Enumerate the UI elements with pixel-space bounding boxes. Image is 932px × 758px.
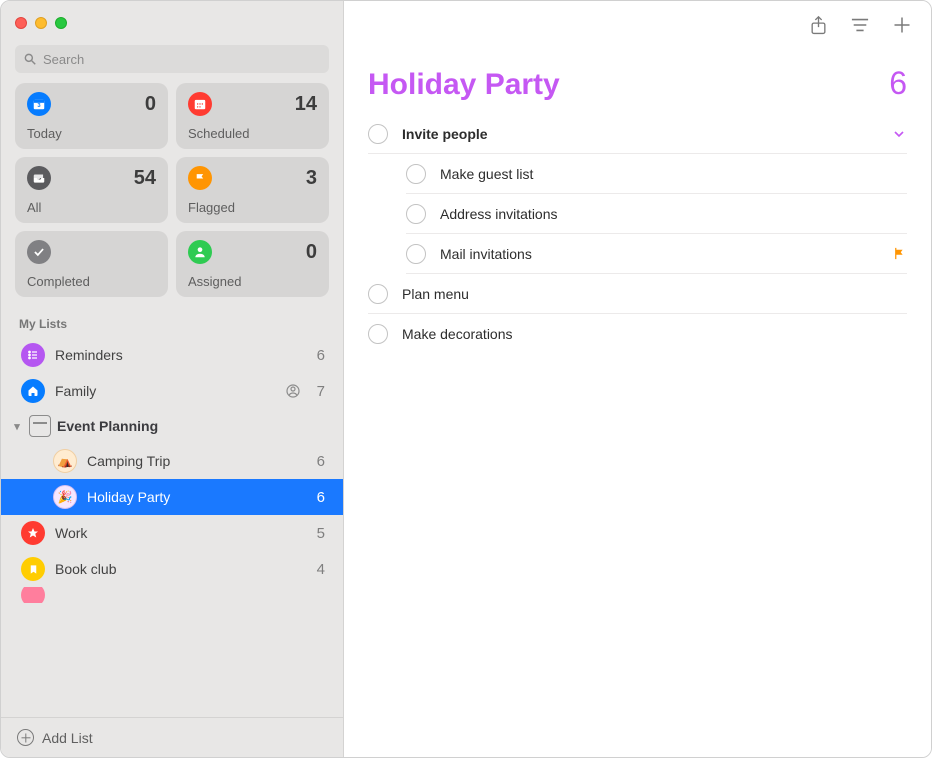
sidebar: 3 0 Today 14 Scheduled [1,1,344,757]
flag-icon [188,166,212,190]
list-count-large: 6 [889,65,907,102]
folder-name: Event Planning [57,418,158,434]
smart-card-assigned[interactable]: 0 Assigned [176,231,329,297]
folder-icon [29,415,51,437]
smart-label: Completed [27,274,156,289]
smart-count: 0 [145,93,156,116]
window-minimize-button[interactable] [35,17,47,29]
complete-toggle[interactable] [406,164,426,184]
list-header: Holiday Party 6 [344,49,931,110]
search-input[interactable] [43,52,321,67]
smart-card-flagged[interactable]: 3 Flagged [176,157,329,223]
tent-icon: ⛺ [53,449,77,473]
reminder-title: Mail invitations [440,246,878,262]
list-name: Work [55,525,87,541]
list-title: Holiday Party [368,68,560,102]
list-count: 6 [317,489,325,506]
complete-toggle[interactable] [368,124,388,144]
search-icon [23,52,37,66]
reminder-row[interactable]: Make decorations [368,314,907,354]
chevron-down-icon: ▾ [11,420,23,433]
sidebar-item-reminders[interactable]: Reminders 6 [1,337,343,373]
reminder-title: Address invitations [440,206,907,222]
smart-card-today[interactable]: 3 0 Today [15,83,168,149]
view-options-button[interactable] [849,14,871,36]
smart-label: Flagged [188,200,317,215]
smart-label: Assigned [188,274,317,289]
list-bullet-icon [21,343,45,367]
app-window: 3 0 Today 14 Scheduled [0,0,932,758]
list-name: Holiday Party [87,489,170,505]
lists-area: Reminders 6 Family 7 ▾ Event Planning ⛺ [1,337,343,717]
person-icon [188,240,212,264]
smart-count: 0 [306,241,317,264]
sidebar-item-work[interactable]: Work 5 [1,515,343,551]
house-icon [21,379,45,403]
list-count: 5 [317,525,325,542]
smart-lists-grid: 3 0 Today 14 Scheduled [1,83,343,305]
reminder-row[interactable]: Make guest list [406,154,907,194]
smart-count: 14 [295,93,317,116]
shared-indicator-icon [285,383,301,399]
complete-toggle[interactable] [406,244,426,264]
toolbar [344,1,931,49]
reminder-title: Plan menu [402,286,907,302]
smart-label: Today [27,126,156,141]
reminder-title: Make decorations [402,326,907,342]
smart-label: All [27,200,156,215]
main-area: Holiday Party 6 Invite people Make guest… [344,1,931,757]
tray-icon [27,166,51,190]
window-close-button[interactable] [15,17,27,29]
sidebar-item-family[interactable]: Family 7 [1,373,343,409]
add-list-label: Add List [42,730,93,746]
calendar-icon: 3 [27,92,51,116]
reminder-row[interactable]: Plan menu [368,274,907,314]
plus-circle-icon [17,729,34,746]
sidebar-item-partial[interactable] [1,587,343,603]
window-zoom-button[interactable] [55,17,67,29]
star-icon [21,521,45,545]
smart-count: 54 [134,167,156,190]
expand-subtasks-button[interactable] [891,126,907,142]
smart-card-scheduled[interactable]: 14 Scheduled [176,83,329,149]
sidebar-item-camping-trip[interactable]: ⛺ Camping Trip 6 [1,443,343,479]
complete-toggle[interactable] [368,284,388,304]
list-count: 4 [317,561,325,578]
complete-toggle[interactable] [406,204,426,224]
reminder-title: Make guest list [440,166,907,182]
list-count: 6 [317,453,325,470]
search-field[interactable] [15,45,329,73]
complete-toggle[interactable] [368,324,388,344]
list-name: Book club [55,561,116,577]
reminders-list: Invite people Make guest list Address in… [344,110,931,354]
add-list-button[interactable]: Add List [1,717,343,757]
list-count: 7 [317,383,325,400]
bookmark-icon [21,557,45,581]
smart-card-all[interactable]: 54 All [15,157,168,223]
new-reminder-button[interactable] [891,14,913,36]
reminder-row[interactable]: Invite people [368,114,907,154]
list-name: Family [55,383,96,399]
sidebar-item-holiday-party[interactable]: 🎉 Holiday Party 6 [1,479,343,515]
list-icon [21,587,45,603]
titlebar [1,1,343,45]
checkmark-icon [27,240,51,264]
sidebar-folder-event-planning[interactable]: ▾ Event Planning [1,409,343,443]
reminder-title: Invite people [402,126,877,142]
list-name: Reminders [55,347,123,363]
calendar-icon [188,92,212,116]
section-header-my-lists: My Lists [1,305,343,337]
flag-icon [892,246,907,261]
list-count: 6 [317,347,325,364]
reminder-row[interactable]: Mail invitations [406,234,907,274]
smart-label: Scheduled [188,126,317,141]
sidebar-item-book-club[interactable]: Book club 4 [1,551,343,587]
party-icon: 🎉 [53,485,77,509]
smart-count: 3 [306,167,317,190]
smart-card-completed[interactable]: Completed [15,231,168,297]
list-name: Camping Trip [87,453,170,469]
share-button[interactable] [807,14,829,36]
reminder-row[interactable]: Address invitations [406,194,907,234]
